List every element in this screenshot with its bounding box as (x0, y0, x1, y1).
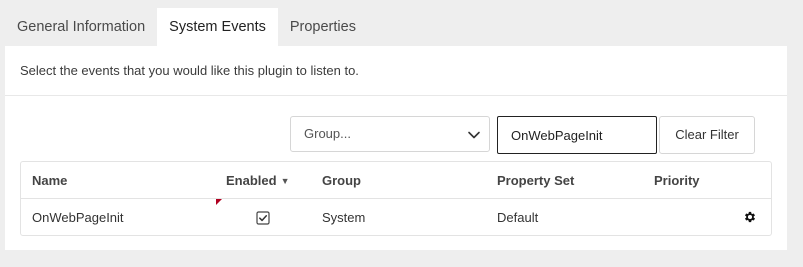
tab-system-events[interactable]: System Events (157, 8, 278, 46)
group-select[interactable]: Group... (290, 116, 490, 152)
tab-general-information[interactable]: General Information (5, 8, 157, 46)
cell-property-set: Default (497, 210, 539, 225)
tab-bar: General Information System Events Proper… (5, 8, 368, 46)
column-header-property-set[interactable]: Property Set (497, 173, 574, 188)
checkbox-checked-icon[interactable] (256, 211, 270, 225)
column-header-group[interactable]: Group (322, 173, 361, 188)
dirty-flag-icon (216, 199, 222, 205)
group-select-value: Group... (304, 126, 351, 141)
column-header-priority[interactable]: Priority (654, 173, 700, 188)
gear-icon[interactable] (743, 210, 757, 224)
grid-header: Name Enabled ▼ Group Property Set Priorit… (21, 162, 771, 199)
events-grid: Name Enabled ▼ Group Property Set Priorit… (20, 161, 772, 236)
column-header-enabled[interactable]: Enabled ▼ (226, 173, 290, 188)
divider (5, 95, 787, 96)
panel-description: Select the events that you would like th… (20, 63, 359, 78)
cell-group: System (322, 210, 366, 225)
system-events-panel: Select the events that you would like th… (5, 46, 787, 250)
cell-name: OnWebPageInit (32, 210, 124, 225)
chevron-down-icon (468, 131, 480, 139)
table-row[interactable]: OnWebPageInit System Default (21, 199, 771, 235)
column-header-enabled-label: Enabled (226, 173, 277, 188)
sort-desc-icon: ▼ (280, 176, 290, 186)
clear-filter-button[interactable]: Clear Filter (659, 116, 755, 154)
event-search-input[interactable] (497, 116, 657, 154)
tab-properties[interactable]: Properties (278, 8, 368, 46)
column-header-name[interactable]: Name (32, 173, 67, 188)
